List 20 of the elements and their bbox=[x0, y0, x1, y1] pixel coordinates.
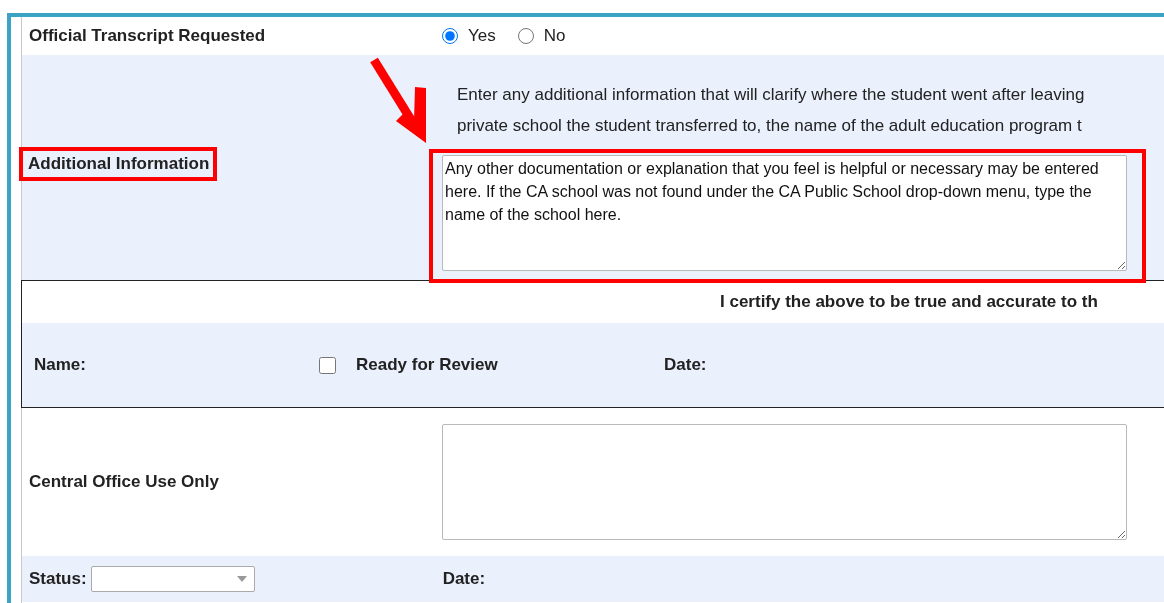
additional-information-field[interactable]: Any other documentation or explanation that you feel is helpful or necessary may be entered here. If the CA school was not found under the CA Public School drop-down menu, type the name of the school here. bbox=[442, 155, 1127, 271]
ready-checkbox[interactable] bbox=[319, 356, 336, 374]
radio-label: Yes bbox=[468, 26, 496, 46]
field-label: Status: bbox=[28, 569, 87, 589]
field-label: Official Transcript Requested bbox=[28, 26, 267, 46]
radio-button[interactable] bbox=[442, 28, 458, 44]
field-label: Date: bbox=[441, 569, 486, 589]
instruction-text: Enter any additional information that will clarify where the student went after leaving bbox=[457, 84, 1086, 106]
field-label: Date: bbox=[664, 355, 707, 375]
radio-button[interactable] bbox=[517, 28, 534, 44]
field-label: Central Office Use Only bbox=[28, 472, 220, 492]
instruction-text: private school the student transferred to, the name of the adult education program t bbox=[457, 115, 1083, 137]
field-label: Additional Information bbox=[28, 153, 210, 173]
certification-statement: I certify the above to be true and accurate to th bbox=[720, 292, 1098, 312]
status-dropdown[interactable] bbox=[90, 566, 255, 592]
checkbox-label: Ready for Review bbox=[356, 355, 499, 375]
central-office-field[interactable] bbox=[442, 424, 1127, 540]
radio-label: No bbox=[543, 26, 566, 46]
caret-icon bbox=[236, 576, 247, 582]
field-label: Name: bbox=[33, 355, 87, 375]
